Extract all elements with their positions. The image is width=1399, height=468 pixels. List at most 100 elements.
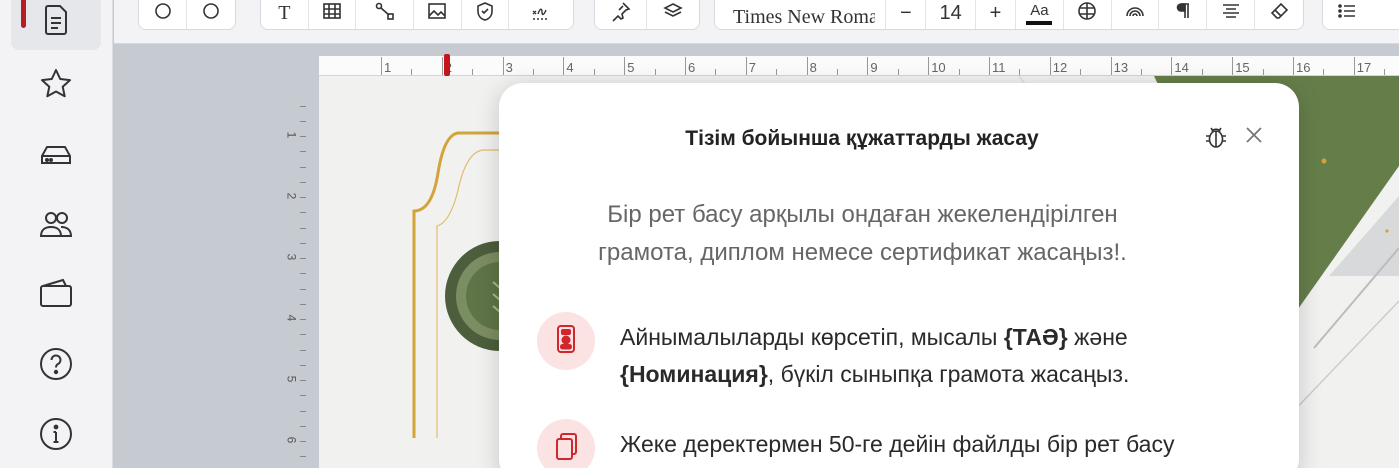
ruler-tick bbox=[381, 57, 382, 75]
ruler-tick bbox=[1384, 69, 1386, 75]
dialog-intro: Бір рет басу арқылы ондаған жекелендіріл… bbox=[598, 201, 1127, 266]
circle-tool-button[interactable] bbox=[139, 0, 187, 29]
pin-icon bbox=[610, 0, 632, 27]
ellipse-tool-button[interactable] bbox=[187, 0, 235, 29]
ruler-tick bbox=[1080, 69, 1082, 75]
ruler-tick bbox=[300, 212, 306, 213]
sidebar-item-documents[interactable] bbox=[11, 0, 101, 50]
sidebar-item-drive[interactable] bbox=[11, 128, 101, 184]
feature-icon-bg bbox=[537, 312, 595, 370]
help-icon bbox=[38, 346, 74, 387]
arrange-tools-group bbox=[594, 0, 700, 30]
paragraph-button[interactable] bbox=[1159, 0, 1208, 29]
pin-button[interactable] bbox=[595, 0, 647, 29]
ruler-number: 3 bbox=[505, 60, 513, 75]
variable-nomination-tag: {Номинация} bbox=[620, 361, 768, 387]
ruler-tick bbox=[624, 57, 626, 75]
users-icon bbox=[38, 206, 74, 247]
table-icon bbox=[321, 0, 343, 27]
sidebar-item-favorites[interactable] bbox=[11, 58, 101, 114]
paragraph-icon bbox=[1172, 0, 1194, 27]
ruler-tick bbox=[300, 289, 306, 290]
sidebar-item-users[interactable] bbox=[11, 198, 101, 254]
ruler-tick bbox=[593, 69, 595, 75]
sidebar-item-help[interactable] bbox=[11, 338, 101, 394]
shape-tools-group bbox=[138, 0, 236, 30]
ruler-tick bbox=[300, 350, 306, 351]
circle-icon bbox=[152, 0, 174, 27]
feature-variables: Айнымалыларды көрсетіп, мысалы {ТАӘ} жән… bbox=[537, 312, 1257, 392]
fill-color-button[interactable] bbox=[1064, 0, 1112, 29]
text-effect-button[interactable] bbox=[1112, 0, 1160, 29]
text-color-swatch bbox=[1026, 20, 1053, 25]
ruler-tick bbox=[1110, 57, 1112, 75]
variable-card-icon bbox=[550, 323, 582, 360]
ruler-tick bbox=[300, 365, 306, 366]
drive-icon bbox=[38, 136, 74, 177]
ruler-number: 10 bbox=[931, 60, 946, 75]
bullet-list-button[interactable] bbox=[1323, 0, 1371, 29]
ruler-number: 3 bbox=[284, 253, 299, 261]
ruler-tick bbox=[300, 197, 306, 198]
ruler-number: 7 bbox=[748, 60, 757, 75]
close-dialog-button[interactable] bbox=[1242, 123, 1266, 147]
align-center-button[interactable] bbox=[1207, 0, 1256, 29]
ruler-tick bbox=[300, 106, 306, 107]
list-icon bbox=[1336, 0, 1358, 27]
ruler-tick bbox=[411, 69, 413, 75]
table-tool-button[interactable] bbox=[309, 0, 357, 29]
dialog-title: Тізім бойынша құжаттарды жасау bbox=[685, 127, 1039, 150]
ruler-tick bbox=[441, 57, 443, 75]
layers-button[interactable] bbox=[647, 0, 699, 29]
ruler-tick bbox=[300, 273, 306, 274]
connector-icon bbox=[374, 0, 396, 27]
signature-tool-button[interactable] bbox=[509, 0, 573, 29]
ruler-number: 5 bbox=[284, 375, 299, 383]
arc-text-icon bbox=[1124, 0, 1146, 27]
ruler-number: 8 bbox=[809, 60, 817, 75]
ruler-tick bbox=[837, 69, 838, 75]
font-increase-button[interactable]: + bbox=[976, 0, 1016, 29]
circle-outline-icon bbox=[200, 0, 222, 27]
wallet-icon bbox=[38, 276, 74, 317]
ruler-tick bbox=[300, 243, 306, 244]
eraser-icon bbox=[1268, 0, 1290, 27]
ruler-number: 4 bbox=[284, 314, 299, 322]
ruler-number: 9 bbox=[870, 60, 878, 75]
shield-check-icon bbox=[474, 0, 496, 27]
connector-tool-button[interactable] bbox=[356, 0, 415, 29]
ruler-tick bbox=[1323, 69, 1325, 75]
sidebar-item-wallet[interactable] bbox=[11, 268, 101, 324]
shield-tool-button[interactable] bbox=[462, 0, 510, 29]
feature-icon-bg bbox=[537, 419, 595, 468]
feature-text-part: және bbox=[1067, 324, 1128, 350]
ruler-tick bbox=[563, 57, 565, 75]
list-tools-group bbox=[1322, 0, 1399, 30]
layers-icon bbox=[662, 0, 684, 27]
font-family-select[interactable]: Times New Roman bbox=[715, 0, 887, 29]
feature-variables-text: Айнымалыларды көрсетіп, мысалы {ТАӘ} жән… bbox=[620, 319, 1220, 393]
ruler-tick bbox=[300, 304, 306, 305]
text-color-button[interactable]: Aa bbox=[1016, 0, 1064, 29]
ruler-tick bbox=[300, 426, 306, 427]
ruler-tick bbox=[1353, 57, 1355, 75]
font-decrease-button[interactable]: − bbox=[886, 0, 927, 29]
text-color-label: Aa bbox=[1030, 1, 1049, 19]
font-size-input[interactable]: 14 bbox=[926, 0, 977, 29]
ruler-tick bbox=[745, 57, 747, 75]
info-icon bbox=[38, 416, 74, 457]
ruler-indent-marker[interactable] bbox=[444, 54, 450, 76]
sidebar-item-info[interactable] bbox=[11, 408, 101, 464]
image-tool-button[interactable] bbox=[414, 0, 462, 29]
ruler-tick bbox=[806, 57, 808, 75]
ruler-number: 14 bbox=[1174, 60, 1189, 75]
ruler-number: 15 bbox=[1235, 60, 1250, 75]
text-tool-button[interactable]: T bbox=[261, 0, 309, 29]
close-icon bbox=[1242, 127, 1266, 151]
ruler-tick bbox=[958, 69, 960, 75]
report-bug-button[interactable] bbox=[1202, 123, 1230, 151]
clear-format-button[interactable] bbox=[1255, 0, 1303, 29]
align-center-icon bbox=[1220, 0, 1242, 27]
sidebar bbox=[0, 0, 113, 468]
ruler-tick bbox=[300, 395, 306, 396]
